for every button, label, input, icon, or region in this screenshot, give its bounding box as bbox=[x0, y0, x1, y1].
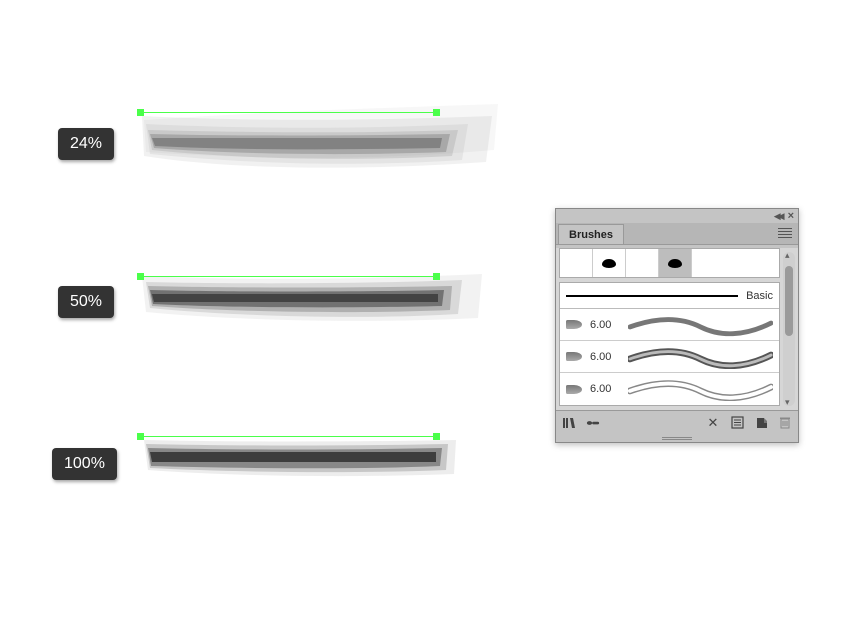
opacity-label-100: 100% bbox=[52, 448, 117, 480]
brush-preview-3 bbox=[628, 377, 773, 401]
brush-tip-icon bbox=[566, 320, 582, 329]
brushes-panel: ◀◀ × Brushes Basic 6.00 bbox=[555, 208, 799, 443]
brush-options-icon[interactable] bbox=[586, 416, 600, 430]
brush-row-2[interactable]: 6.00 bbox=[560, 341, 779, 373]
selection-anchor-right-100[interactable] bbox=[433, 433, 440, 440]
selection-path-100[interactable] bbox=[140, 436, 436, 437]
scrollbar-thumb[interactable] bbox=[785, 266, 793, 336]
panel-tabbar: Brushes bbox=[556, 223, 798, 245]
brush-dot-icon bbox=[602, 259, 616, 268]
scroll-down-icon[interactable]: ▾ bbox=[785, 397, 790, 408]
delete-brush-icon[interactable] bbox=[778, 416, 792, 430]
brush-stroke-24 bbox=[140, 102, 500, 192]
brush-size-label: 6.00 bbox=[590, 319, 620, 331]
brush-preview-2 bbox=[628, 345, 773, 369]
brush-thumb-1[interactable] bbox=[560, 249, 593, 277]
selection-anchor-left-100[interactable] bbox=[137, 433, 144, 440]
brush-size-label: 6.00 bbox=[590, 383, 620, 395]
opacity-label-50: 50% bbox=[58, 286, 114, 318]
panel-body: Basic 6.00 6.00 bbox=[556, 248, 798, 410]
collapse-icon[interactable]: ◀◀ bbox=[774, 211, 782, 222]
panel-resize-grip[interactable] bbox=[556, 434, 798, 442]
scroll-up-icon[interactable]: ▴ bbox=[785, 250, 790, 261]
library-icon[interactable] bbox=[562, 416, 576, 430]
remove-stroke-icon[interactable]: ✕ bbox=[706, 416, 720, 430]
selection-anchor-right-24[interactable] bbox=[433, 109, 440, 116]
brush-thumbnail-strip bbox=[559, 248, 780, 278]
brush-row-1[interactable]: 6.00 bbox=[560, 309, 779, 341]
canvas-area: 24% 50% 100% bbox=[0, 0, 850, 640]
brush-dot-icon bbox=[668, 259, 682, 268]
scrollbar-track[interactable]: ▴ ▾ bbox=[783, 252, 795, 406]
brush-thumb-3[interactable] bbox=[626, 249, 659, 277]
selection-anchor-right-50[interactable] bbox=[433, 273, 440, 280]
options-dialog-icon[interactable] bbox=[730, 416, 744, 430]
opacity-label-24: 24% bbox=[58, 128, 114, 160]
new-brush-icon[interactable] bbox=[754, 416, 768, 430]
close-icon[interactable]: × bbox=[788, 210, 794, 222]
brush-thumb-empty[interactable] bbox=[692, 249, 779, 277]
selection-anchor-left-24[interactable] bbox=[137, 109, 144, 116]
basic-label: Basic bbox=[746, 290, 773, 302]
brush-stroke-50 bbox=[140, 262, 500, 342]
selection-anchor-left-50[interactable] bbox=[137, 273, 144, 280]
brush-list: Basic 6.00 6.00 bbox=[559, 282, 780, 406]
brush-stroke-100 bbox=[140, 424, 480, 494]
brush-row-3[interactable]: 6.00 bbox=[560, 373, 779, 405]
brush-tip-icon bbox=[566, 385, 582, 394]
brush-preview-1 bbox=[628, 313, 773, 337]
selection-path-24[interactable] bbox=[140, 112, 436, 113]
brush-thumb-2[interactable] bbox=[593, 249, 626, 277]
panel-menu-icon[interactable] bbox=[776, 225, 794, 241]
brush-tip-icon bbox=[566, 352, 582, 361]
selection-path-50[interactable] bbox=[140, 276, 436, 277]
tab-brushes[interactable]: Brushes bbox=[558, 224, 624, 244]
brush-basic-row[interactable]: Basic bbox=[560, 283, 779, 309]
brush-thumb-4[interactable] bbox=[659, 249, 692, 277]
brush-size-label: 6.00 bbox=[590, 351, 620, 363]
panel-footer: ✕ bbox=[556, 410, 798, 434]
basic-stroke-preview bbox=[566, 295, 738, 297]
panel-topbar: ◀◀ × bbox=[556, 209, 798, 223]
